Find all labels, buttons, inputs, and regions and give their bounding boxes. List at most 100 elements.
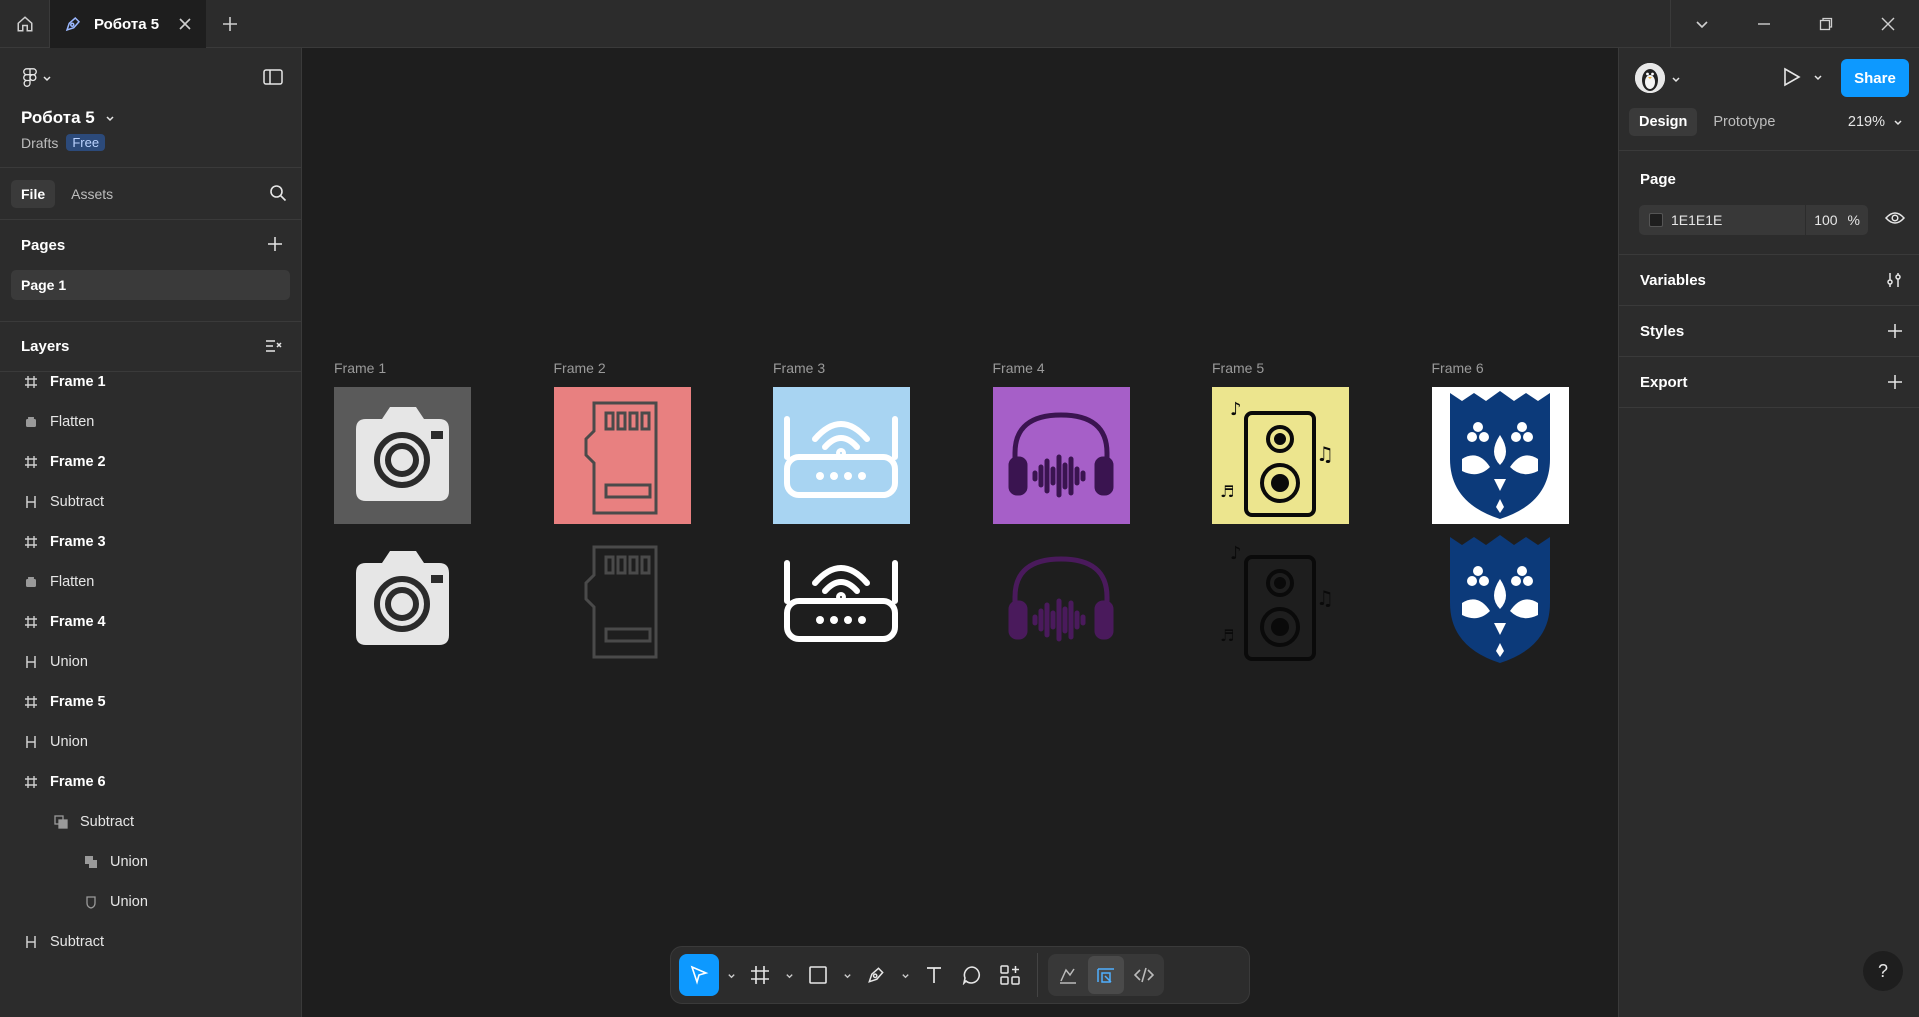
move-tool-menu[interactable]	[723, 971, 739, 980]
search-button[interactable]	[269, 184, 287, 207]
comment-tool[interactable]	[955, 954, 989, 996]
tab-assets[interactable]: Assets	[61, 180, 123, 208]
variables-settings-icon[interactable]	[1885, 271, 1903, 289]
shape-tool-menu[interactable]	[839, 971, 855, 980]
canvas-frame[interactable]	[334, 387, 471, 524]
frame-label[interactable]: Frame 4	[993, 360, 1045, 376]
file-name[interactable]: Робота 5	[21, 108, 115, 128]
dev-mode-button[interactable]	[1126, 956, 1162, 994]
layer-row[interactable]: Subtract	[0, 802, 301, 842]
canvas-frame[interactable]: ♪ ♫ ♬	[1212, 387, 1349, 524]
ornament-shield-icon[interactable]	[1432, 531, 1569, 668]
canvas-frame[interactable]	[773, 387, 910, 524]
home-icon	[17, 16, 32, 32]
opacity-unit: %	[1847, 212, 1860, 228]
boolean-icon	[22, 493, 40, 511]
variables-title: Variables	[1640, 271, 1706, 289]
file-tab[interactable]: Робота 5	[50, 0, 206, 48]
new-tab-button[interactable]	[215, 0, 245, 48]
add-page-icon[interactable]	[267, 236, 283, 252]
headphones-icon[interactable]	[993, 531, 1130, 668]
frame-label[interactable]: Frame 2	[554, 360, 606, 376]
canvas-frame[interactable]	[1431, 387, 1569, 524]
layer-row[interactable]: Frame 4	[0, 602, 301, 642]
share-button[interactable]: Share	[1841, 59, 1909, 97]
avatar[interactable]	[1635, 63, 1665, 93]
sd-card-icon[interactable]	[554, 531, 691, 668]
close-icon[interactable]	[178, 17, 192, 31]
layer-row[interactable]: Union	[0, 882, 301, 922]
actions-tool[interactable]	[993, 954, 1027, 996]
close-window-button[interactable]	[1857, 0, 1919, 48]
frame-tool[interactable]	[743, 954, 777, 996]
layer-row[interactable]: Union	[0, 642, 301, 682]
layer-row[interactable]: Flatten	[0, 562, 301, 602]
opacity-value: 100	[1814, 212, 1838, 228]
zoom-menu[interactable]: 219%	[1848, 114, 1903, 130]
add-export-icon[interactable]	[1887, 374, 1903, 390]
add-style-icon[interactable]	[1887, 323, 1903, 339]
export-section[interactable]: Export	[1619, 357, 1919, 408]
canvas-frame[interactable]	[553, 387, 691, 524]
tab-file[interactable]: File	[11, 179, 56, 208]
design-mode-button[interactable]	[1088, 956, 1124, 994]
background-hex[interactable]: 1E1E1E	[1671, 212, 1805, 228]
camera-icon[interactable]	[334, 531, 471, 668]
text-tool[interactable]	[917, 954, 951, 996]
chevron-down-icon	[785, 973, 793, 978]
layers-list: Frame 1 Flatten Frame 2 Subtract Frame 3 Flat…	[0, 372, 301, 972]
speaker-icon[interactable]: ♪ ♫ ♬	[1212, 531, 1349, 668]
pen-tool-menu[interactable]	[897, 971, 913, 980]
right-panel: Share Design Prototype 219% Page 1E1E1E …	[1618, 48, 1919, 1017]
chevron-down-icon[interactable]	[1671, 74, 1681, 84]
canvas[interactable]: Frame 1 Frame 2 Frame 3 Frame 4 Frame 5 ♪ ♫ ♬ ♪ ♫…	[302, 48, 1618, 1017]
layer-row[interactable]: Frame 2	[0, 442, 301, 482]
rectangle-tool[interactable]	[801, 954, 835, 996]
tabs-menu-button[interactable]	[1671, 0, 1733, 48]
frame-label[interactable]: Frame 3	[773, 360, 825, 376]
variables-section[interactable]: Variables	[1619, 255, 1919, 306]
minimize-button[interactable]	[1733, 0, 1795, 48]
pen-tool[interactable]	[859, 954, 893, 996]
canvas-frame[interactable]	[992, 387, 1130, 524]
frame-label[interactable]: Frame 1	[334, 360, 386, 376]
layer-row[interactable]: Subtract	[0, 922, 301, 962]
home-button[interactable]	[0, 0, 50, 48]
chevron-down-icon	[901, 973, 909, 978]
frame-tool-menu[interactable]	[781, 971, 797, 980]
window-controls	[1670, 0, 1919, 48]
move-tool[interactable]	[679, 954, 719, 996]
layer-row[interactable]: Subtract	[0, 482, 301, 522]
frame-label[interactable]: Frame 6	[1432, 360, 1484, 376]
layer-row[interactable]: Frame 1	[0, 372, 301, 402]
tab-prototype[interactable]: Prototype	[1703, 108, 1785, 136]
layer-name: Flatten	[50, 414, 95, 430]
router-icon[interactable]	[773, 531, 910, 668]
location-text[interactable]: Drafts	[21, 135, 58, 151]
toggle-sidebar-button[interactable]	[263, 68, 283, 91]
layer-row[interactable]: Union	[0, 722, 301, 762]
help-button[interactable]: ?	[1863, 951, 1903, 991]
eye-icon[interactable]	[1885, 211, 1905, 225]
restore-button[interactable]	[1795, 0, 1857, 48]
layer-row[interactable]: Frame 3	[0, 522, 301, 562]
color-swatch[interactable]	[1649, 213, 1663, 227]
present-button[interactable]	[1783, 67, 1823, 87]
opacity-field[interactable]: 100 %	[1805, 205, 1868, 235]
layer-row[interactable]: Flatten	[0, 402, 301, 442]
frame-label[interactable]: Frame 5	[1212, 360, 1264, 376]
pages-section: Pages Page 1	[0, 220, 301, 322]
layer-row[interactable]: Union	[0, 842, 301, 882]
tab-design[interactable]: Design	[1629, 108, 1698, 136]
collapse-layers-icon[interactable]	[265, 338, 283, 354]
page-background-field[interactable]: 1E1E1E 100 %	[1639, 205, 1868, 235]
layer-name: Flatten	[50, 574, 95, 590]
layer-row[interactable]: Frame 5	[0, 682, 301, 722]
page-item[interactable]: Page 1	[11, 270, 290, 300]
layer-row[interactable]: Frame 6	[0, 762, 301, 802]
ornament-shield-icon	[1432, 387, 1569, 524]
flatten-icon	[22, 573, 40, 591]
draw-mode-button[interactable]	[1050, 956, 1086, 994]
styles-section[interactable]: Styles	[1619, 306, 1919, 357]
main-menu-button[interactable]	[22, 68, 52, 88]
